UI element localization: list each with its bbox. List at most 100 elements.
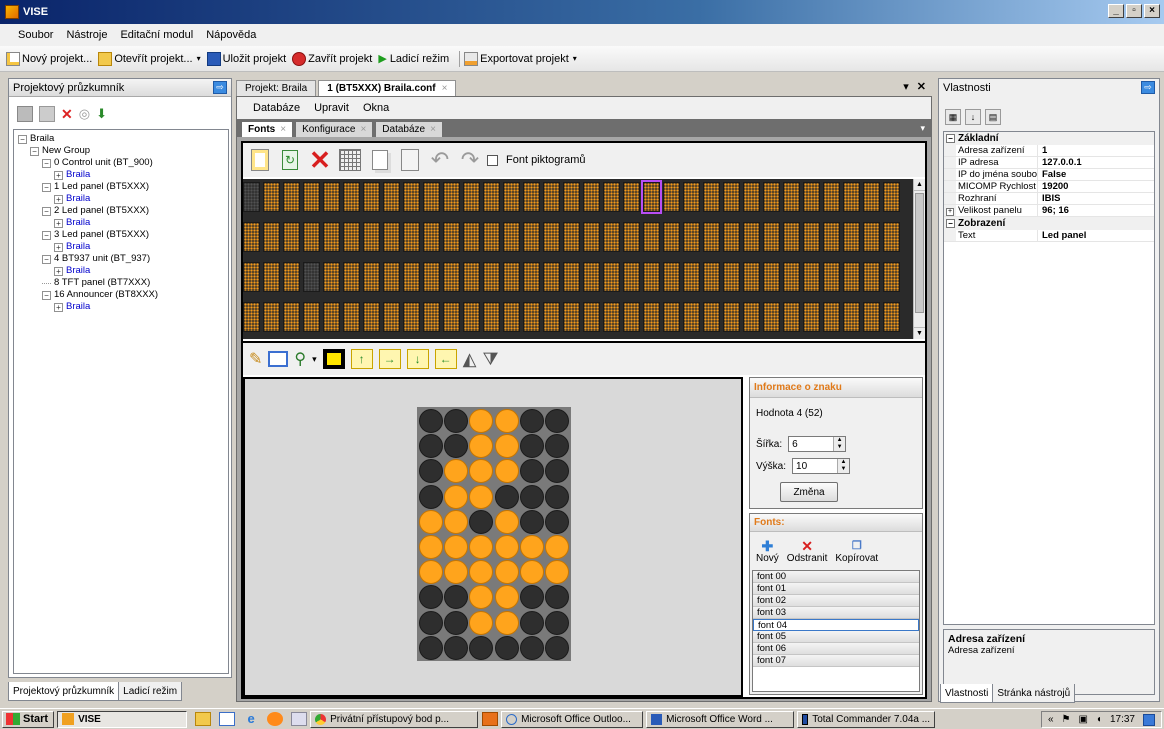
glyph-cell[interactable] <box>723 222 740 252</box>
led-pixel-off[interactable] <box>545 610 569 635</box>
glyph-cell[interactable] <box>763 222 780 252</box>
doc-menu-okna[interactable]: Okna <box>363 102 389 114</box>
glyph-cell[interactable] <box>803 222 820 252</box>
glyph-cell[interactable] <box>423 262 440 292</box>
led-pixel-on[interactable] <box>519 535 544 559</box>
glyph-cell[interactable] <box>603 262 620 292</box>
led-pixel-on[interactable] <box>545 535 569 559</box>
glyph-cell[interactable] <box>703 302 720 332</box>
glyph-cell[interactable] <box>783 222 800 252</box>
glyph-cell[interactable] <box>263 222 280 252</box>
glyph-cell[interactable] <box>503 302 520 332</box>
quicklaunch-media-icon[interactable] <box>482 712 499 726</box>
tree-node[interactable]: + Braila <box>18 241 224 253</box>
font-pictogram-checkbox[interactable] <box>487 154 498 166</box>
collapse-icon[interactable]: − <box>42 290 51 300</box>
led-pixel-off[interactable] <box>419 434 443 459</box>
glyph-cell[interactable] <box>843 302 860 332</box>
glyph-cell[interactable] <box>563 182 580 212</box>
glyph-cell[interactable] <box>463 222 480 252</box>
glyph-cell[interactable] <box>403 262 420 292</box>
glyph-cell[interactable] <box>763 302 780 332</box>
paste-icon[interactable] <box>397 147 423 173</box>
glyph-cell[interactable] <box>743 262 760 292</box>
export-project-button[interactable]: Exportovat projekt ▾ <box>464 51 577 66</box>
collapse-icon[interactable]: − <box>42 254 51 264</box>
led-pixel-off[interactable] <box>469 509 494 534</box>
close-document-icon[interactable]: ✕ <box>917 80 926 93</box>
led-pixel-on[interactable] <box>444 484 469 509</box>
led-pixel-on[interactable] <box>469 610 494 635</box>
glyph-cell[interactable] <box>563 302 580 332</box>
glyph-cell[interactable] <box>603 222 620 252</box>
led-pixel-off[interactable] <box>469 635 494 660</box>
tab-toolbox[interactable]: Stránka nástrojů <box>992 684 1076 703</box>
led-pixel-off[interactable] <box>444 610 469 635</box>
collapse-icon[interactable]: − <box>42 182 51 192</box>
glyph-cell[interactable] <box>663 182 680 212</box>
glyph-cell[interactable] <box>763 262 780 292</box>
tree-delete-icon[interactable]: ✕ <box>61 106 73 123</box>
menu-nastroje[interactable]: Nástroje <box>66 29 107 41</box>
led-pixel-off[interactable] <box>545 635 569 660</box>
glyph-cell[interactable] <box>323 182 340 212</box>
glyph-cell[interactable] <box>483 222 500 252</box>
open-project-button[interactable]: Otevřít projekt... ▾ <box>98 51 201 66</box>
led-pixel-on[interactable] <box>444 535 469 559</box>
collapse-icon[interactable]: − <box>42 158 51 168</box>
glyph-cell[interactable] <box>803 262 820 292</box>
glyph-cell[interactable] <box>823 182 840 212</box>
glyph-cell[interactable] <box>543 182 560 212</box>
expand-icon[interactable]: + <box>54 266 63 276</box>
invert-icon[interactable] <box>322 349 345 369</box>
new-font-icon[interactable] <box>247 147 273 173</box>
property-value[interactable]: Led panel <box>1038 230 1086 241</box>
property-value[interactable]: 127.0.0.1 <box>1038 157 1082 168</box>
glyph-cell[interactable] <box>343 262 360 292</box>
glyph-cell[interactable] <box>363 262 380 292</box>
glyph-cell[interactable] <box>543 222 560 252</box>
glyph-cell[interactable] <box>863 222 880 252</box>
glyph-cell[interactable] <box>303 262 320 292</box>
glyph-cell[interactable] <box>463 182 480 212</box>
chevron-down-icon[interactable]: ▾ <box>573 54 577 63</box>
collapse-icon[interactable]: − <box>18 134 27 144</box>
glyph-cell[interactable] <box>323 302 340 332</box>
font-list-item[interactable]: font 01 <box>753 583 919 595</box>
glyph-cell[interactable] <box>823 222 840 252</box>
flip-horizontal-icon[interactable]: ◭ <box>463 349 477 370</box>
scroll-up-icon[interactable]: ▲ <box>914 179 925 191</box>
led-pixel-off[interactable] <box>419 484 443 509</box>
glyph-cell[interactable] <box>583 222 600 252</box>
glyph-cell[interactable] <box>523 182 540 212</box>
flip-vertical-icon[interactable]: ⧩ <box>483 349 499 370</box>
tree-download-icon[interactable]: ⬇ <box>96 106 107 122</box>
property-row[interactable]: Text Led panel <box>944 230 1154 242</box>
tree-node[interactable]: + Braila <box>18 193 224 205</box>
led-pixel-on[interactable] <box>494 509 519 534</box>
task-total-commander[interactable]: Total Commander 7.04a ... <box>797 710 936 728</box>
shift-right-icon[interactable]: → <box>378 349 401 369</box>
tab-konfigurace[interactable]: Konfigurace × <box>295 121 374 137</box>
led-pixel-on[interactable] <box>494 610 519 635</box>
glyph-cell[interactable] <box>343 302 360 332</box>
glyph-cell[interactable] <box>483 182 500 212</box>
expand-icon[interactable]: + <box>54 170 63 180</box>
glyph-cell[interactable] <box>423 182 440 212</box>
glyph-cell[interactable] <box>641 180 662 214</box>
collapse-icon[interactable]: − <box>946 134 955 143</box>
quicklaunch-doc-icon[interactable] <box>219 712 236 726</box>
glyph-cell[interactable] <box>843 182 860 212</box>
led-pixel-on[interactable] <box>469 560 494 585</box>
led-pixel-off[interactable] <box>444 409 469 433</box>
glyph-cell[interactable] <box>363 302 380 332</box>
glyph-cell[interactable] <box>703 262 720 292</box>
glyph-cell[interactable] <box>243 302 260 332</box>
tray-network-icon[interactable]: ▣ <box>1078 714 1087 725</box>
glyph-cell[interactable] <box>863 182 880 212</box>
tab-databaze[interactable]: Databáze × <box>375 121 443 137</box>
tree-node[interactable]: + Braila <box>18 169 224 181</box>
pin-icon[interactable]: ⇨ <box>213 81 227 94</box>
led-pixel-off[interactable] <box>519 635 544 660</box>
led-pixel-off[interactable] <box>519 409 544 433</box>
